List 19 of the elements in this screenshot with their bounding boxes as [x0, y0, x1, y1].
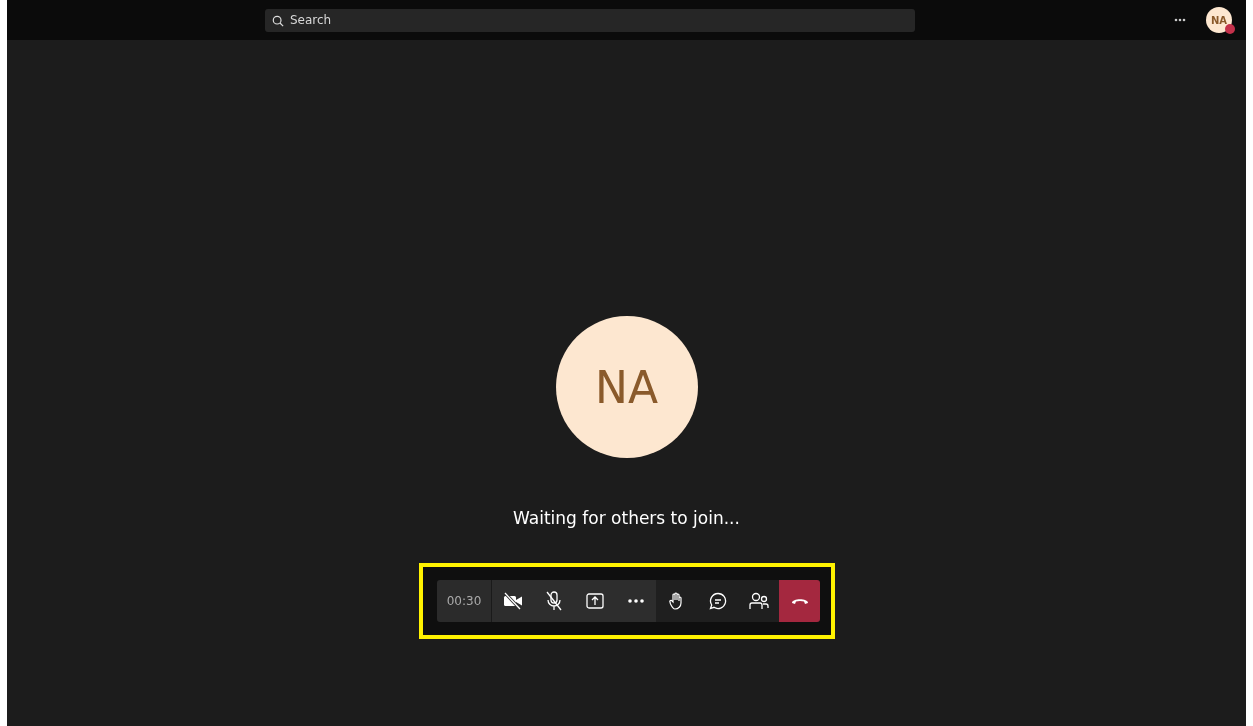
mic-off-icon [545, 591, 562, 611]
chat-icon [708, 592, 727, 610]
status-dot [1225, 24, 1235, 34]
camera-off-button[interactable] [492, 580, 533, 622]
call-timer: 00:30 [437, 580, 492, 622]
raise-hand-button[interactable] [656, 580, 697, 622]
participant-avatar: NA [555, 316, 698, 458]
more-icon [627, 599, 644, 603]
user-avatar[interactable]: NA [1206, 7, 1232, 33]
more-icon[interactable] [1174, 18, 1186, 22]
phone-icon [790, 597, 809, 605]
camera-off-icon [502, 592, 523, 610]
search-field[interactable]: Search [265, 8, 915, 32]
hand-icon [668, 592, 685, 610]
share-icon [585, 593, 604, 609]
more-button[interactable] [615, 580, 656, 622]
waiting-message: Waiting for others to join... [513, 508, 740, 528]
people-icon [748, 592, 769, 610]
people-button[interactable] [738, 580, 779, 622]
